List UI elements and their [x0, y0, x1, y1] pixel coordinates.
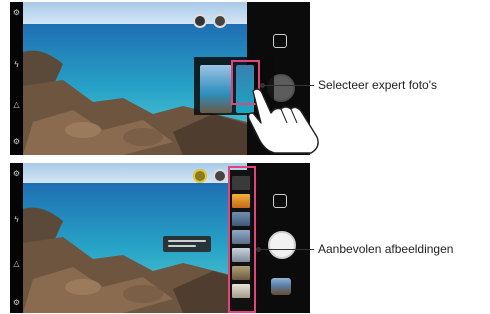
tooltip-text-line — [168, 240, 206, 242]
callout-line — [258, 249, 314, 250]
callout-expert-photos: Selecteer expert foto's — [318, 78, 438, 92]
flash-icon[interactable]: ϟ — [12, 60, 21, 69]
camera-preview[interactable] — [23, 163, 247, 313]
beach-scene — [23, 163, 247, 313]
shutter-button[interactable] — [268, 231, 296, 259]
filter-icon[interactable] — [213, 14, 227, 28]
filter-icon[interactable] — [213, 169, 227, 183]
callout-dot — [256, 247, 261, 252]
callout-line — [262, 85, 314, 86]
timer-icon[interactable]: △ — [12, 100, 21, 109]
left-settings-bar: ⚙ ϟ △ ⚙ — [10, 163, 23, 313]
callout-dot — [260, 83, 265, 88]
camera-screenshot-recommended: ⚙ ϟ △ ⚙ — [10, 163, 310, 313]
gallery-thumbnail[interactable] — [271, 278, 291, 295]
gear-icon[interactable]: ⚙ — [12, 169, 21, 178]
gear-icon[interactable]: ⚙ — [12, 298, 21, 307]
hand-pointer-icon — [247, 88, 319, 154]
switch-camera-icon[interactable] — [273, 34, 287, 48]
ai-cam-icon[interactable] — [193, 169, 207, 183]
timer-icon[interactable]: △ — [12, 259, 21, 268]
recommended-images-highlight — [228, 166, 256, 313]
tooltip-text-line — [168, 245, 196, 247]
left-settings-bar: ⚙ ϟ △ ⚙ — [10, 2, 23, 155]
gear-icon[interactable]: ⚙ — [12, 8, 21, 17]
gear-icon[interactable]: ⚙ — [12, 137, 21, 146]
expert-photo-thumb[interactable] — [200, 65, 232, 113]
flash-icon[interactable]: ϟ — [12, 215, 21, 224]
hint-tooltip — [163, 236, 211, 252]
callout-recommended-images: Aanbevolen afbeeldingen — [318, 242, 454, 256]
switch-camera-icon[interactable] — [273, 194, 287, 208]
right-control-bar — [247, 163, 310, 313]
ai-cam-icon[interactable] — [193, 14, 207, 28]
